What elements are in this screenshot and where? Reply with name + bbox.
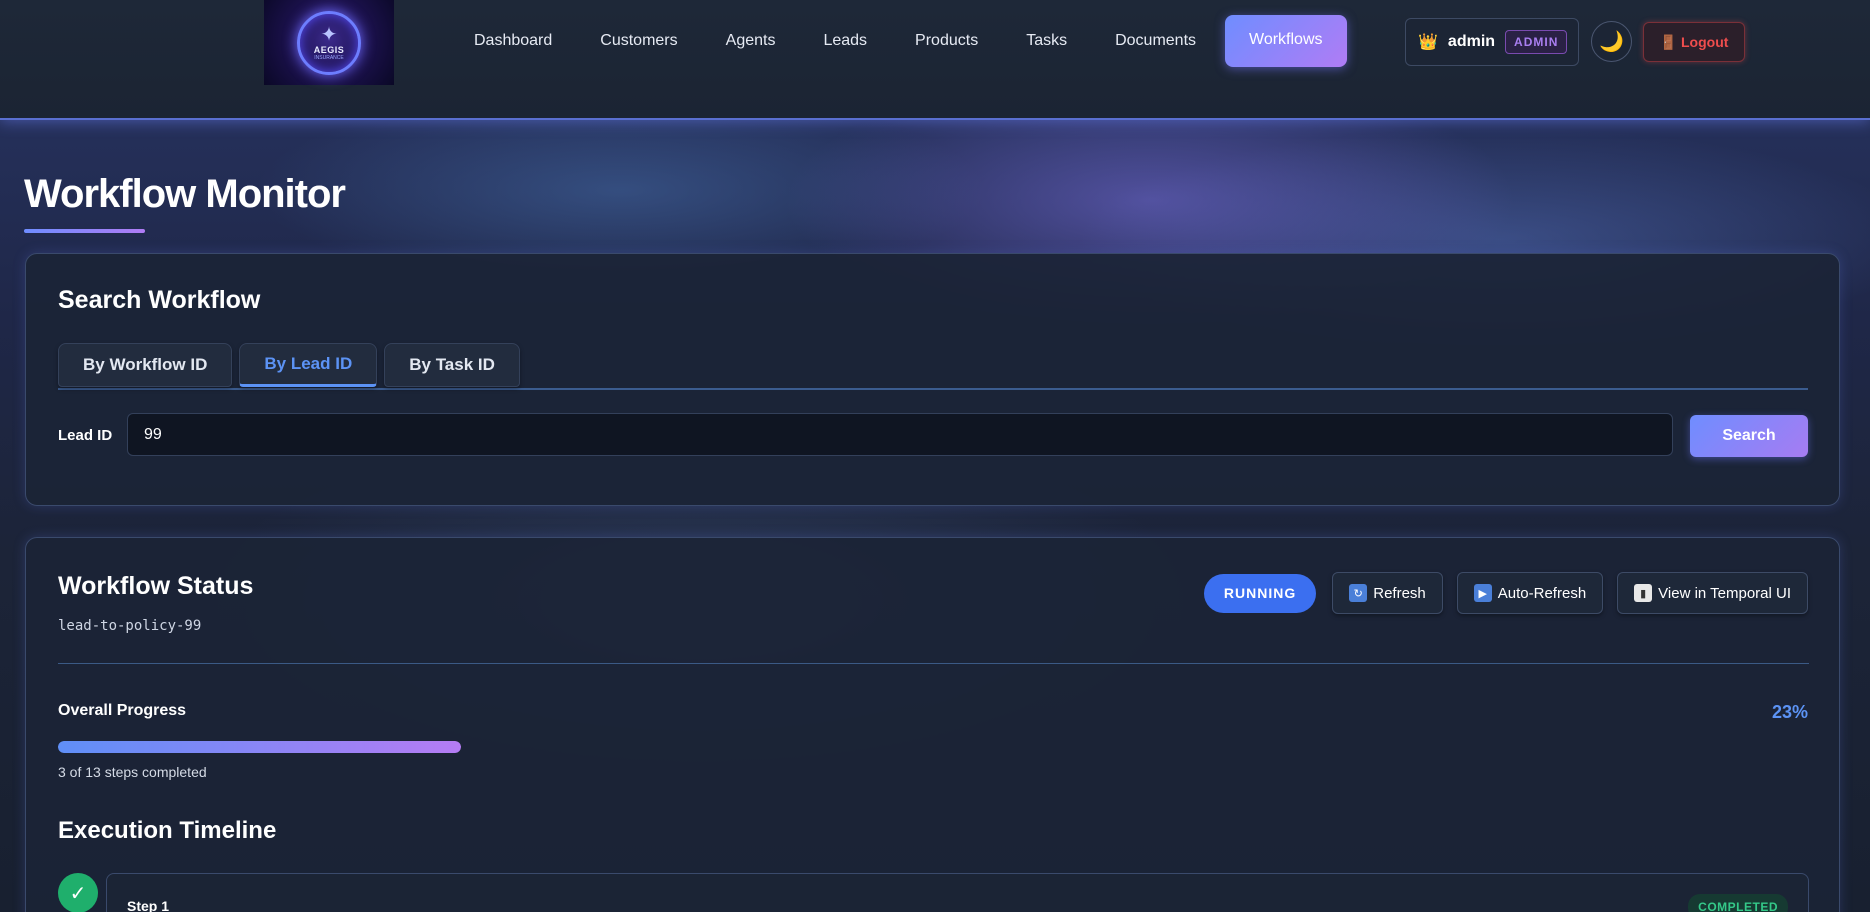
refresh-button[interactable]: ↻ Refresh	[1332, 572, 1443, 614]
status-badge: RUNNING	[1203, 573, 1317, 613]
status-divider	[58, 663, 1809, 664]
step-status-badge: COMPLETED	[1688, 894, 1788, 912]
nav-link-workflows[interactable]: Workflows	[1225, 15, 1347, 67]
temporal-ui-button[interactable]: ▮ View in Temporal UI	[1617, 572, 1808, 614]
logo-emblem-icon: ✦ AEGIS INSURANCE	[297, 10, 361, 75]
nav-link-customers[interactable]: Customers	[576, 14, 701, 68]
temporal-ui-label: View in Temporal UI	[1658, 584, 1791, 602]
lead-id-input[interactable]	[127, 413, 1673, 456]
search-tabs: By Workflow ID By Lead ID By Task ID	[58, 343, 1808, 390]
moon-icon: 🌙	[1599, 31, 1624, 53]
theme-toggle-button[interactable]: 🌙	[1591, 21, 1632, 62]
bar-chart-icon: ▮	[1634, 584, 1653, 602]
status-actions: RUNNING ↻ Refresh ▶ Auto-Refresh ▮ View …	[1203, 572, 1808, 614]
top-navbar: ✦ AEGIS INSURANCE Dashboard Customers Ag…	[0, 0, 1870, 120]
auto-refresh-label: Auto-Refresh	[1497, 584, 1587, 602]
search-workflow-card: Search Workflow By Workflow ID By Lead I…	[25, 253, 1840, 506]
tab-by-task-id[interactable]: By Task ID	[384, 343, 520, 387]
nav-link-leads[interactable]: Leads	[799, 14, 891, 68]
username: admin	[1447, 33, 1496, 50]
progress-bar	[58, 741, 461, 753]
user-menu[interactable]: 👑 admin ADMIN	[1405, 18, 1579, 66]
timeline-title: Execution Timeline	[58, 817, 277, 844]
nav-link-documents[interactable]: Documents	[1091, 14, 1220, 68]
lead-id-label: Lead ID	[58, 427, 113, 444]
logo-text: AEGIS	[313, 44, 345, 55]
nav-link-dashboard[interactable]: Dashboard	[450, 14, 576, 68]
search-card-title: Search Workflow	[58, 286, 261, 314]
auto-refresh-button[interactable]: ▶ Auto-Refresh	[1456, 572, 1604, 614]
page-title: Workflow Monitor	[24, 172, 346, 216]
progress-steps-text: 3 of 13 steps completed	[58, 764, 207, 780]
progress-bar-fill	[58, 741, 461, 753]
crown-icon: 👑	[1418, 34, 1438, 51]
search-button[interactable]: Search	[1690, 415, 1808, 457]
nav-link-products[interactable]: Products	[891, 14, 1002, 68]
check-icon: ✓	[58, 873, 98, 912]
tab-by-lead-id[interactable]: By Lead ID	[239, 343, 378, 387]
workflow-id: lead-to-policy-99	[58, 618, 202, 634]
status-card-title: Workflow Status	[58, 572, 254, 600]
refresh-icon: ↻	[1349, 584, 1368, 602]
progress-percent: 23%	[1771, 702, 1808, 722]
title-underline	[24, 229, 145, 233]
nav-link-agents[interactable]: Agents	[702, 14, 800, 68]
nav-link-tasks[interactable]: Tasks	[1002, 14, 1091, 68]
refresh-label: Refresh	[1373, 584, 1426, 602]
logo-subtext: INSURANCE	[314, 54, 344, 61]
workflow-status-card: Workflow Status lead-to-policy-99 RUNNIN…	[25, 537, 1840, 912]
door-icon: 🚪	[1659, 33, 1677, 50]
progress-label: Overall Progress	[58, 702, 187, 719]
logout-label: Logout	[1681, 34, 1729, 50]
nav-links: Dashboard Customers Agents Leads Product…	[450, 14, 1347, 68]
tab-by-workflow-id[interactable]: By Workflow ID	[58, 343, 233, 387]
timeline-step[interactable]: Step 1 COMPLETED	[106, 873, 1809, 912]
logout-button[interactable]: 🚪 Logout	[1643, 22, 1745, 62]
aegis-logo[interactable]: ✦ AEGIS INSURANCE	[264, 0, 394, 85]
shield-wings-icon: ✦	[320, 23, 338, 46]
role-badge: ADMIN	[1505, 30, 1568, 54]
step-name: Step 1	[127, 898, 170, 912]
play-icon: ▶	[1473, 584, 1492, 602]
